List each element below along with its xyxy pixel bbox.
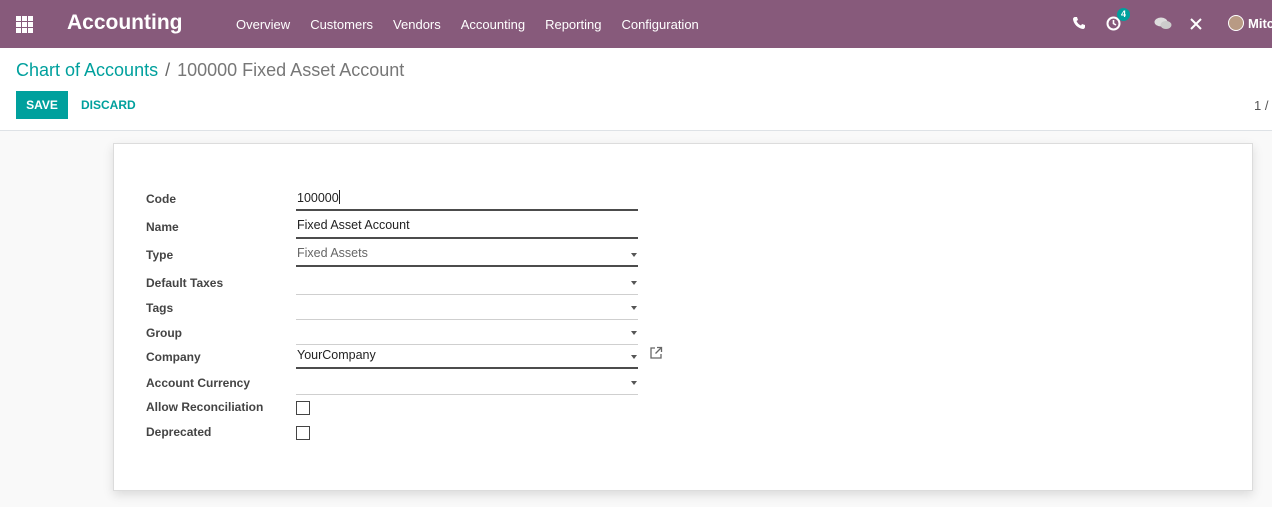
breadcrumb-separator: / bbox=[165, 60, 171, 80]
deprecated-label: Deprecated bbox=[146, 425, 212, 439]
external-link-icon[interactable] bbox=[649, 346, 663, 360]
app-brand[interactable]: Accounting bbox=[67, 11, 183, 35]
chevron-down-icon[interactable] bbox=[631, 306, 637, 310]
chat-bubbles-icon[interactable] bbox=[1154, 16, 1172, 35]
type-label: Type bbox=[146, 248, 174, 262]
allow-reconciliation-checkbox[interactable] bbox=[296, 401, 310, 415]
group-label: Group bbox=[146, 326, 182, 340]
breadcrumb-chart-of-accounts[interactable]: Chart of Accounts bbox=[16, 60, 158, 81]
control-panel: Chart of Accounts / 100000 Fixed Asset A… bbox=[0, 48, 1272, 131]
debug-tools-icon[interactable] bbox=[1189, 17, 1203, 35]
account-currency-field[interactable] bbox=[296, 371, 638, 395]
form-row-name: Name Fixed Asset Account bbox=[146, 218, 666, 244]
form-row-type: Type Fixed Assets bbox=[146, 246, 666, 272]
discard-button[interactable]: DISCARD bbox=[81, 91, 136, 119]
avatar bbox=[1228, 15, 1244, 31]
main-menu: Overview Customers Vendors Accounting Re… bbox=[236, 0, 719, 48]
menu-item-reporting[interactable]: Reporting bbox=[545, 17, 601, 32]
code-label: Code bbox=[146, 192, 176, 206]
allow-reconciliation-label: Allow Reconciliation bbox=[146, 400, 264, 414]
name-value: Fixed Asset Account bbox=[297, 218, 410, 232]
chevron-down-icon[interactable] bbox=[631, 331, 637, 335]
menu-item-accounting[interactable]: Accounting bbox=[461, 17, 525, 32]
deprecated-checkbox[interactable] bbox=[296, 426, 310, 440]
menu-item-vendors[interactable]: Vendors bbox=[393, 17, 441, 32]
menu-item-configuration[interactable]: Configuration bbox=[621, 17, 698, 32]
save-button[interactable]: SAVE bbox=[16, 91, 68, 119]
group-field[interactable] bbox=[296, 321, 638, 345]
phone-icon[interactable] bbox=[1072, 16, 1086, 34]
company-value: YourCompany bbox=[297, 348, 376, 362]
breadcrumb-current-record: 100000 Fixed Asset Account bbox=[177, 60, 405, 80]
activity-clock-icon[interactable]: 4 bbox=[1106, 8, 1131, 35]
user-menu[interactable]: Mitc bbox=[1228, 15, 1272, 31]
code-value: 100000 bbox=[297, 191, 339, 205]
tags-field[interactable] bbox=[296, 296, 638, 320]
form-row-code: Code 100000 bbox=[146, 190, 666, 216]
apps-menu-icon[interactable] bbox=[16, 16, 34, 33]
activity-count-badge: 4 bbox=[1117, 8, 1131, 21]
company-label: Company bbox=[146, 350, 201, 364]
chevron-down-icon[interactable] bbox=[631, 253, 637, 257]
name-field[interactable]: Fixed Asset Account bbox=[296, 215, 638, 239]
form-row-allow-reconciliation: Allow Reconciliation bbox=[146, 400, 666, 424]
menu-item-overview[interactable]: Overview bbox=[236, 17, 290, 32]
chevron-down-icon[interactable] bbox=[631, 355, 637, 359]
breadcrumb: Chart of Accounts / 100000 Fixed Asset A… bbox=[16, 60, 404, 81]
default-taxes-label: Default Taxes bbox=[146, 276, 224, 290]
type-value: Fixed Assets bbox=[297, 246, 368, 260]
type-select[interactable]: Fixed Assets bbox=[296, 243, 638, 267]
top-navbar: Accounting Overview Customers Vendors Ac… bbox=[0, 0, 1272, 48]
menu-item-customers[interactable]: Customers bbox=[310, 17, 373, 32]
user-name: Mitc bbox=[1248, 15, 1272, 31]
form-row-account-currency: Account Currency bbox=[146, 376, 666, 400]
form-sheet: Code 100000 Name Fixed Asset Account Typ… bbox=[113, 143, 1253, 491]
chevron-down-icon[interactable] bbox=[631, 281, 637, 285]
text-cursor bbox=[338, 190, 340, 204]
name-label: Name bbox=[146, 220, 179, 234]
pager[interactable]: 1 / bbox=[1254, 98, 1268, 113]
code-field[interactable]: 100000 bbox=[296, 187, 638, 211]
form-row-deprecated: Deprecated bbox=[146, 425, 666, 449]
company-field[interactable]: YourCompany bbox=[296, 345, 638, 369]
tags-label: Tags bbox=[146, 301, 174, 315]
chevron-down-icon[interactable] bbox=[631, 381, 637, 385]
account-currency-label: Account Currency bbox=[146, 376, 251, 390]
default-taxes-field[interactable] bbox=[296, 271, 638, 295]
